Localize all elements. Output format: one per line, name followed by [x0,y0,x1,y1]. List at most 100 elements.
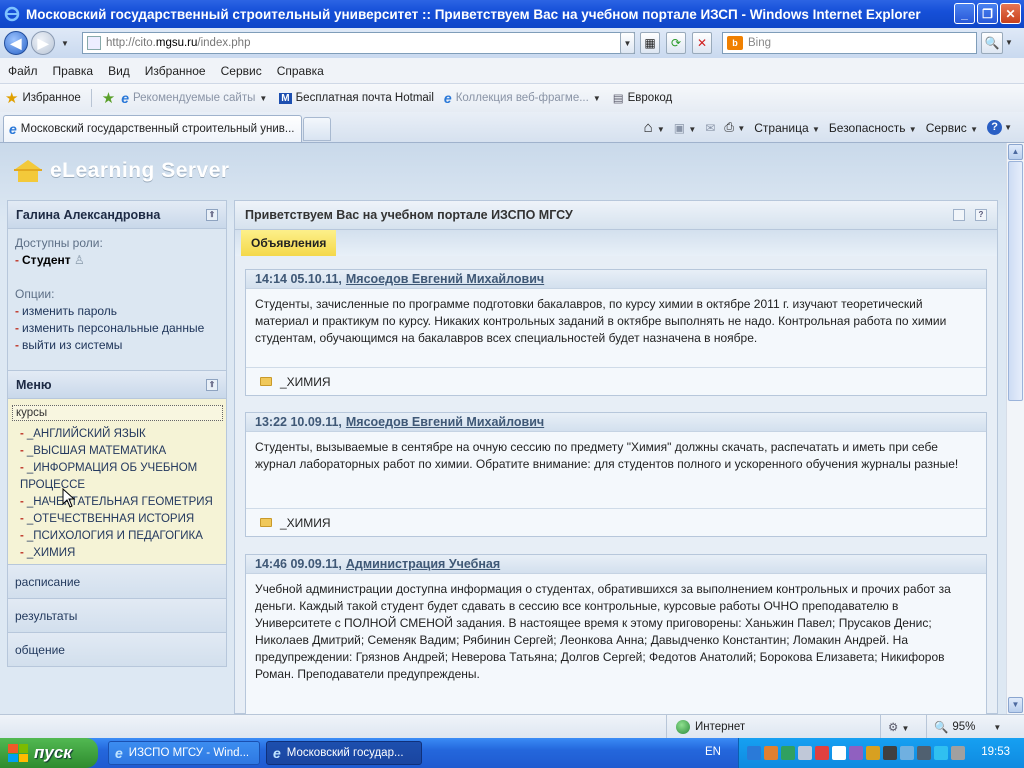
announcement: 13:22 10.09.11, Мясоедов Евгений Михайлов… [245,412,987,537]
protected-mode-icon[interactable]: ⚙ ▼ [888,720,909,734]
course-item[interactable]: - _АНГЛИЙСКИЙ ЯЗЫК [12,426,223,443]
tray-app-icon[interactable] [764,746,778,760]
fav-hotmail[interactable]: M Бесплатная почта Hotmail [279,92,434,104]
announcement-header: 14:46 09.09.11, Администрация Учебная [246,555,986,574]
collapse-icon[interactable]: ⇑ [206,378,218,391]
stop-icon[interactable]: ✕ [692,32,712,54]
tab-active[interactable]: e Московский государственный строительны… [3,115,302,142]
feeds-icon[interactable]: ▣ ▼ [674,121,697,135]
tray-app-icon[interactable] [798,746,812,760]
announcement-course[interactable]: _ХИМИЯ [246,508,986,536]
scroll-thumb[interactable] [1008,161,1023,401]
address-bar[interactable]: http://cito. mgsu.ru/index.php [82,32,635,54]
close-button[interactable]: ✕ [1000,3,1021,24]
link-results[interactable]: результаты [7,599,227,633]
menu-favorites[interactable]: Избранное [145,64,206,78]
pin-icon[interactable] [953,209,965,221]
link-communication[interactable]: общение [7,633,227,667]
page-menu-label: Страница [754,120,809,135]
help-icon[interactable]: ? ▼ [987,120,1012,135]
fav-label: Еврокод [627,92,673,104]
history-dropdown-icon[interactable]: ▼ [61,39,69,48]
security-zone[interactable]: Интернет [676,720,745,734]
search-input[interactable]: b Bing [722,32,977,54]
menu-tools[interactable]: Сервис [221,64,262,78]
safety-menu[interactable]: Безопасность ▼ [829,121,917,135]
role-item[interactable]: - Студент ♙ [15,252,219,269]
course-item[interactable]: - _ВЫСШАЯ МАТЕМАТИКА [12,443,223,460]
course-item[interactable]: - _ИНФОРМАЦИЯ ОБ УЧЕБНОМ ПРОЦЕССЕ [12,460,202,494]
tray-bluetooth-icon[interactable] [747,746,761,760]
menu-edit[interactable]: Правка [53,64,94,78]
menu-help[interactable]: Справка [277,64,324,78]
option-change-data[interactable]: - изменить персональные данные [15,320,219,337]
home-icon[interactable]: ⌂ ▼ [644,119,665,136]
search-options-icon[interactable]: ▼ [1005,38,1013,47]
fav-eurocode[interactable]: ▤ Еврокод [613,91,672,105]
tray-app-icon[interactable] [917,746,931,760]
minimize-button[interactable]: _ [954,3,975,24]
course-item[interactable]: - _НАЧЕРТАТЕЛЬНАЯ ГЕОМЕТРИЯ [12,494,223,511]
scroll-up-icon[interactable]: ▲ [1008,144,1023,160]
course-item[interactable]: - _ПСИХОЛОГИЯ И ПЕДАГОГИКА [12,528,223,545]
refresh-icon[interactable]: ⟳ [666,32,686,54]
announcement-author[interactable]: Администрация Учебная [346,557,500,571]
new-tab-button[interactable] [303,117,331,141]
back-button[interactable]: ◀ [4,31,28,55]
forward-button[interactable]: ▶ [31,31,55,55]
option-change-password[interactable]: - изменить пароль [15,303,219,320]
menu-file[interactable]: Файл [8,64,38,78]
collapse-icon[interactable]: ⇑ [206,208,218,221]
restore-button[interactable]: ❐ [977,3,998,24]
tab-announcements[interactable]: Объявления [241,230,337,256]
start-button[interactable]: пуск [0,738,98,768]
course-link: _ХИМИЯ [280,374,331,389]
course-item[interactable]: - _ОТЕЧЕСТВЕННАЯ ИСТОРИЯ [12,511,223,528]
taskbar-button-active[interactable]: e Московский государ... [266,741,422,765]
course-label: _ХИМИЯ [26,547,76,559]
courses-label[interactable]: курсы [12,405,223,421]
favorites-button[interactable]: ★ Избранное [5,89,81,107]
tray-app-icon[interactable] [832,746,846,760]
announcement-course[interactable]: _ХИМИЯ [246,367,986,395]
print-icon[interactable]: ⎙ ▼ [724,120,745,135]
search-icon[interactable]: 🔍 [981,32,1003,54]
vertical-scrollbar[interactable]: ▲ ▼ [1006,143,1024,714]
announcement-author[interactable]: Мясоедов Евгений Михайлович [346,415,544,429]
menu-title: Меню [16,377,52,392]
page-menu[interactable]: Страница ▼ [754,121,820,135]
user-panel: Доступны роли: - Студент ♙ Опции: - измени… [7,229,227,370]
window-titlebar[interactable]: Московский государственный строительный … [0,0,1024,28]
link-schedule[interactable]: расписание [7,565,227,599]
announcement-author[interactable]: Мясоедов Евгений Михайлович [346,272,544,286]
tray-app-icon[interactable] [866,746,880,760]
tray-antivirus-icon[interactable] [815,746,829,760]
scroll-down-icon[interactable]: ▼ [1008,697,1023,713]
mail-icon[interactable]: ✉ [705,121,715,135]
tray-app-icon[interactable] [849,746,863,760]
tray-app-icon[interactable] [781,746,795,760]
address-dropdown-button[interactable]: ▼ [620,32,635,54]
add-favorite-button[interactable]: ★ [102,89,115,107]
tools-menu[interactable]: Сервис ▼ [926,121,978,135]
fav-web-slices[interactable]: e Коллекция веб-фрагме... ▼ [444,90,601,106]
start-label: пуск [34,743,72,762]
msn-icon: M [279,92,292,104]
option-logout[interactable]: - выйти из системы [15,337,219,354]
tray-app-icon[interactable] [934,746,948,760]
tray-app-icon[interactable] [951,746,965,760]
tray-network-icon[interactable] [900,746,914,760]
taskbar-button[interactable]: e ИЗСПО МГСУ - Wind... [108,741,260,765]
compatibility-view-icon[interactable]: ▦ [640,32,660,54]
zoom-control[interactable]: 🔍 95% ▼ [934,720,1001,734]
course-item[interactable]: - _ХИМИЯ [12,545,223,562]
tray-volume-icon[interactable] [883,746,897,760]
clock[interactable]: 19:53 [981,746,1010,758]
url-path: /index.php [197,37,251,49]
help-small-icon[interactable]: ? [975,209,987,221]
site-logo[interactable]: eLearning Server [12,158,230,184]
fav-suggested-sites[interactable]: e Рекомендуемые сайты ▼ [121,90,267,106]
language-indicator[interactable]: EN [705,746,721,758]
menu-view[interactable]: Вид [108,64,130,78]
add-favorite-icon: ★ [101,90,116,107]
